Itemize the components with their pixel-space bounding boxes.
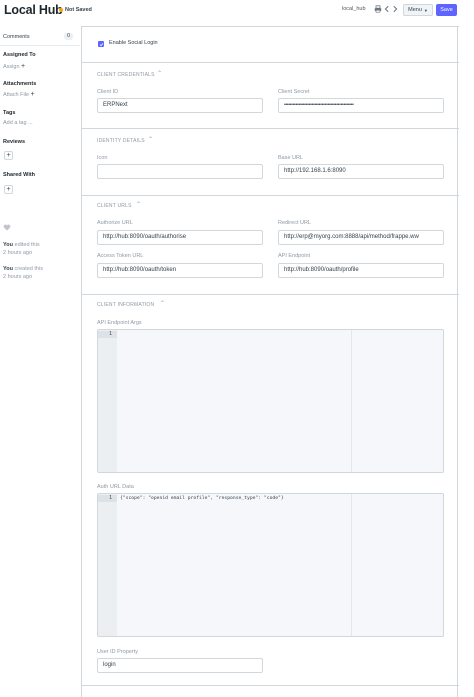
client-id-input[interactable]: ERPNext (97, 98, 263, 113)
authorize-url-label: Authorize URL (97, 220, 133, 226)
attachments-heading: Attachments (3, 81, 37, 87)
print-icon[interactable] (373, 4, 382, 14)
activity-time: 2 hours ago (3, 274, 33, 280)
auth-url-data-label: Auth URL Data (97, 484, 134, 490)
assigned-to-heading: Assigned To (3, 52, 36, 58)
print-margin-guide (351, 330, 352, 472)
api-endpoint-label: API Endpoint (278, 253, 311, 259)
section-title-urls[interactable]: CLIENT URLS (97, 203, 132, 209)
line-number: 1 (98, 331, 117, 338)
page-title: Local Hub (4, 3, 63, 17)
section-divider (82, 195, 459, 196)
access-token-url-input[interactable]: http://hub:8090/oauth/token (97, 263, 263, 278)
save-button[interactable]: Save (436, 4, 457, 16)
activity-edited: You edited this (3, 242, 40, 248)
section-title-identity[interactable]: IDENTITY DETAILS (97, 138, 145, 144)
add-tag-link[interactable]: Add a tag ... (3, 120, 33, 126)
activity-action: created this (14, 266, 43, 272)
shared-with-heading: Shared With (3, 172, 36, 178)
status-dot-icon (59, 8, 63, 12)
status-indicator: Not Saved (59, 7, 92, 13)
redirect-url-input[interactable]: http://erp@myorg.com:8888/api/method/fra… (278, 230, 444, 245)
activity-user: You (3, 266, 13, 272)
menu-button[interactable]: Menu ▼ (403, 4, 433, 16)
api-endpoint-args-editor[interactable]: 1 (97, 329, 444, 473)
auth-url-data-editor[interactable]: 1 {"scope": "openid email profile", "res… (97, 493, 444, 637)
plus-icon: + (30, 91, 35, 98)
attach-file-label: Attach File (3, 92, 29, 98)
activity-time: 2 hours ago (3, 250, 33, 256)
next-doc-icon[interactable] (390, 4, 399, 14)
reviews-heading: Reviews (3, 139, 26, 145)
menu-button-label: Menu (408, 7, 422, 13)
comments-count-badge: 0 (64, 33, 73, 40)
line-number: 1 (98, 495, 117, 502)
tags-heading: Tags (3, 110, 16, 116)
editor-gutter (98, 494, 117, 636)
activity-created: You created this (3, 266, 43, 272)
section-divider (82, 294, 459, 295)
enable-social-login-label: Enable Social Login (109, 40, 158, 46)
caret-down-icon: ▼ (423, 7, 428, 13)
editor-gutter (98, 330, 117, 472)
redirect-url-label: Redirect URL (278, 220, 312, 226)
authorize-url-input[interactable]: http://hub:8090/oauth/authorise (97, 230, 263, 245)
doc-name: local_hub (342, 6, 366, 12)
add-review-button[interactable]: + (4, 151, 13, 160)
base-url-label: Base URL (278, 155, 304, 161)
section-divider (82, 62, 459, 63)
user-id-property-input[interactable]: login (97, 658, 263, 673)
plus-icon: + (21, 63, 26, 70)
sidebar-divider (0, 45, 80, 46)
user-id-property-label: User ID Property (97, 649, 138, 655)
enable-social-login-checkbox[interactable] (98, 41, 104, 47)
access-token-url-label: Access Token URL (97, 253, 144, 259)
section-divider (82, 128, 459, 129)
chevron-up-icon[interactable]: ⌃ (136, 201, 141, 208)
page-header: Local Hub Not Saved local_hub Menu ▼ Sav… (0, 0, 474, 22)
like-heart-icon[interactable] (3, 224, 11, 233)
client-id-label: Client ID (97, 89, 119, 95)
add-share-button[interactable]: + (4, 185, 13, 194)
icon-label: Icon (97, 155, 108, 161)
client-secret-input[interactable]: ••••••••••••••••••••••••••••••••••••••••… (278, 98, 444, 113)
attach-file-link[interactable]: Attach File + (3, 91, 35, 98)
assign-link[interactable]: Assign + (3, 63, 25, 70)
activity-user: You (3, 242, 13, 248)
sidebar-comments-label[interactable]: Comments (3, 34, 30, 40)
form-top-border (82, 26, 459, 27)
api-endpoint-input[interactable]: http://hub:8090/oauth/profile (278, 263, 444, 278)
chevron-up-icon[interactable]: ⌃ (157, 70, 162, 77)
section-title-info[interactable]: CLIENT INFORMATION (97, 302, 154, 308)
print-margin-guide (351, 494, 352, 636)
api-endpoint-args-label: API Endpoint Args (97, 320, 142, 326)
base-url-input[interactable]: http://192.168.1.6:8090 (278, 164, 444, 179)
chevron-up-icon[interactable]: ⌃ (160, 300, 165, 307)
check-icon (99, 42, 103, 46)
form-card: Enable Social Login CLIENT CREDENTIALS ⌃… (81, 26, 459, 697)
status-text: Not Saved (65, 7, 92, 13)
activity-action: edited this (14, 242, 40, 248)
client-secret-label: Client Secret (278, 89, 310, 95)
icon-input[interactable] (97, 164, 263, 179)
section-title-credentials[interactable]: CLIENT CREDENTIALS (97, 72, 155, 78)
form-bottom-border (82, 685, 459, 686)
assign-label: Assign (3, 64, 20, 70)
editor-content: {"scope": "openid email profile", "respo… (120, 496, 284, 501)
chevron-up-icon[interactable]: ⌃ (148, 136, 153, 143)
